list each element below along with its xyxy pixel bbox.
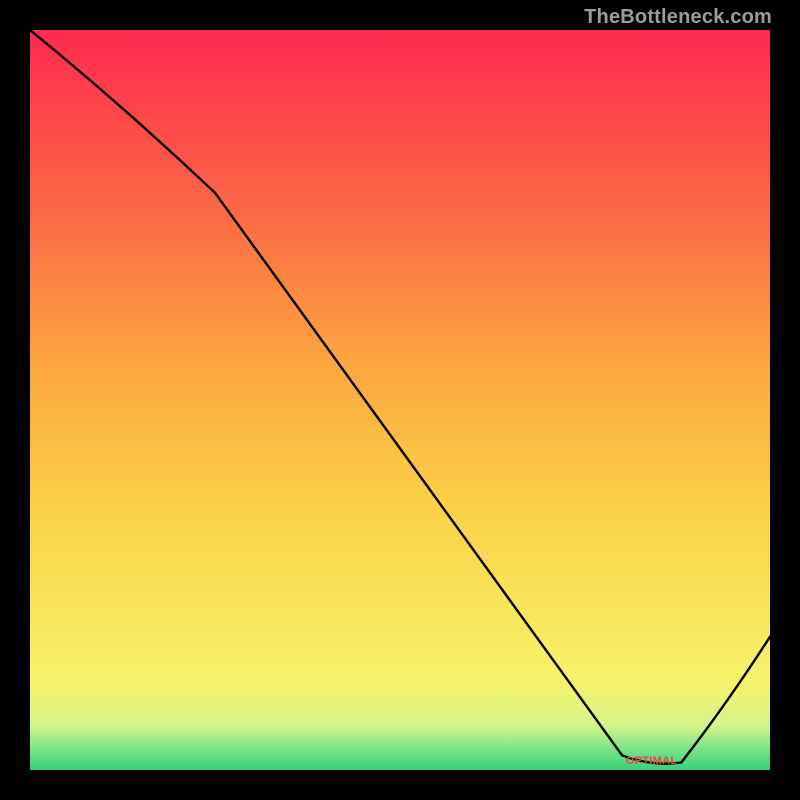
goal-marker: OPTIMAL (626, 755, 678, 767)
gradient-background (30, 30, 770, 770)
plot-area: OPTIMAL (30, 30, 770, 770)
chart-svg (30, 30, 770, 770)
watermark-text: TheBottleneck.com (584, 6, 772, 29)
chart-frame: TheBottleneck.com OPTIMAL (0, 0, 800, 800)
